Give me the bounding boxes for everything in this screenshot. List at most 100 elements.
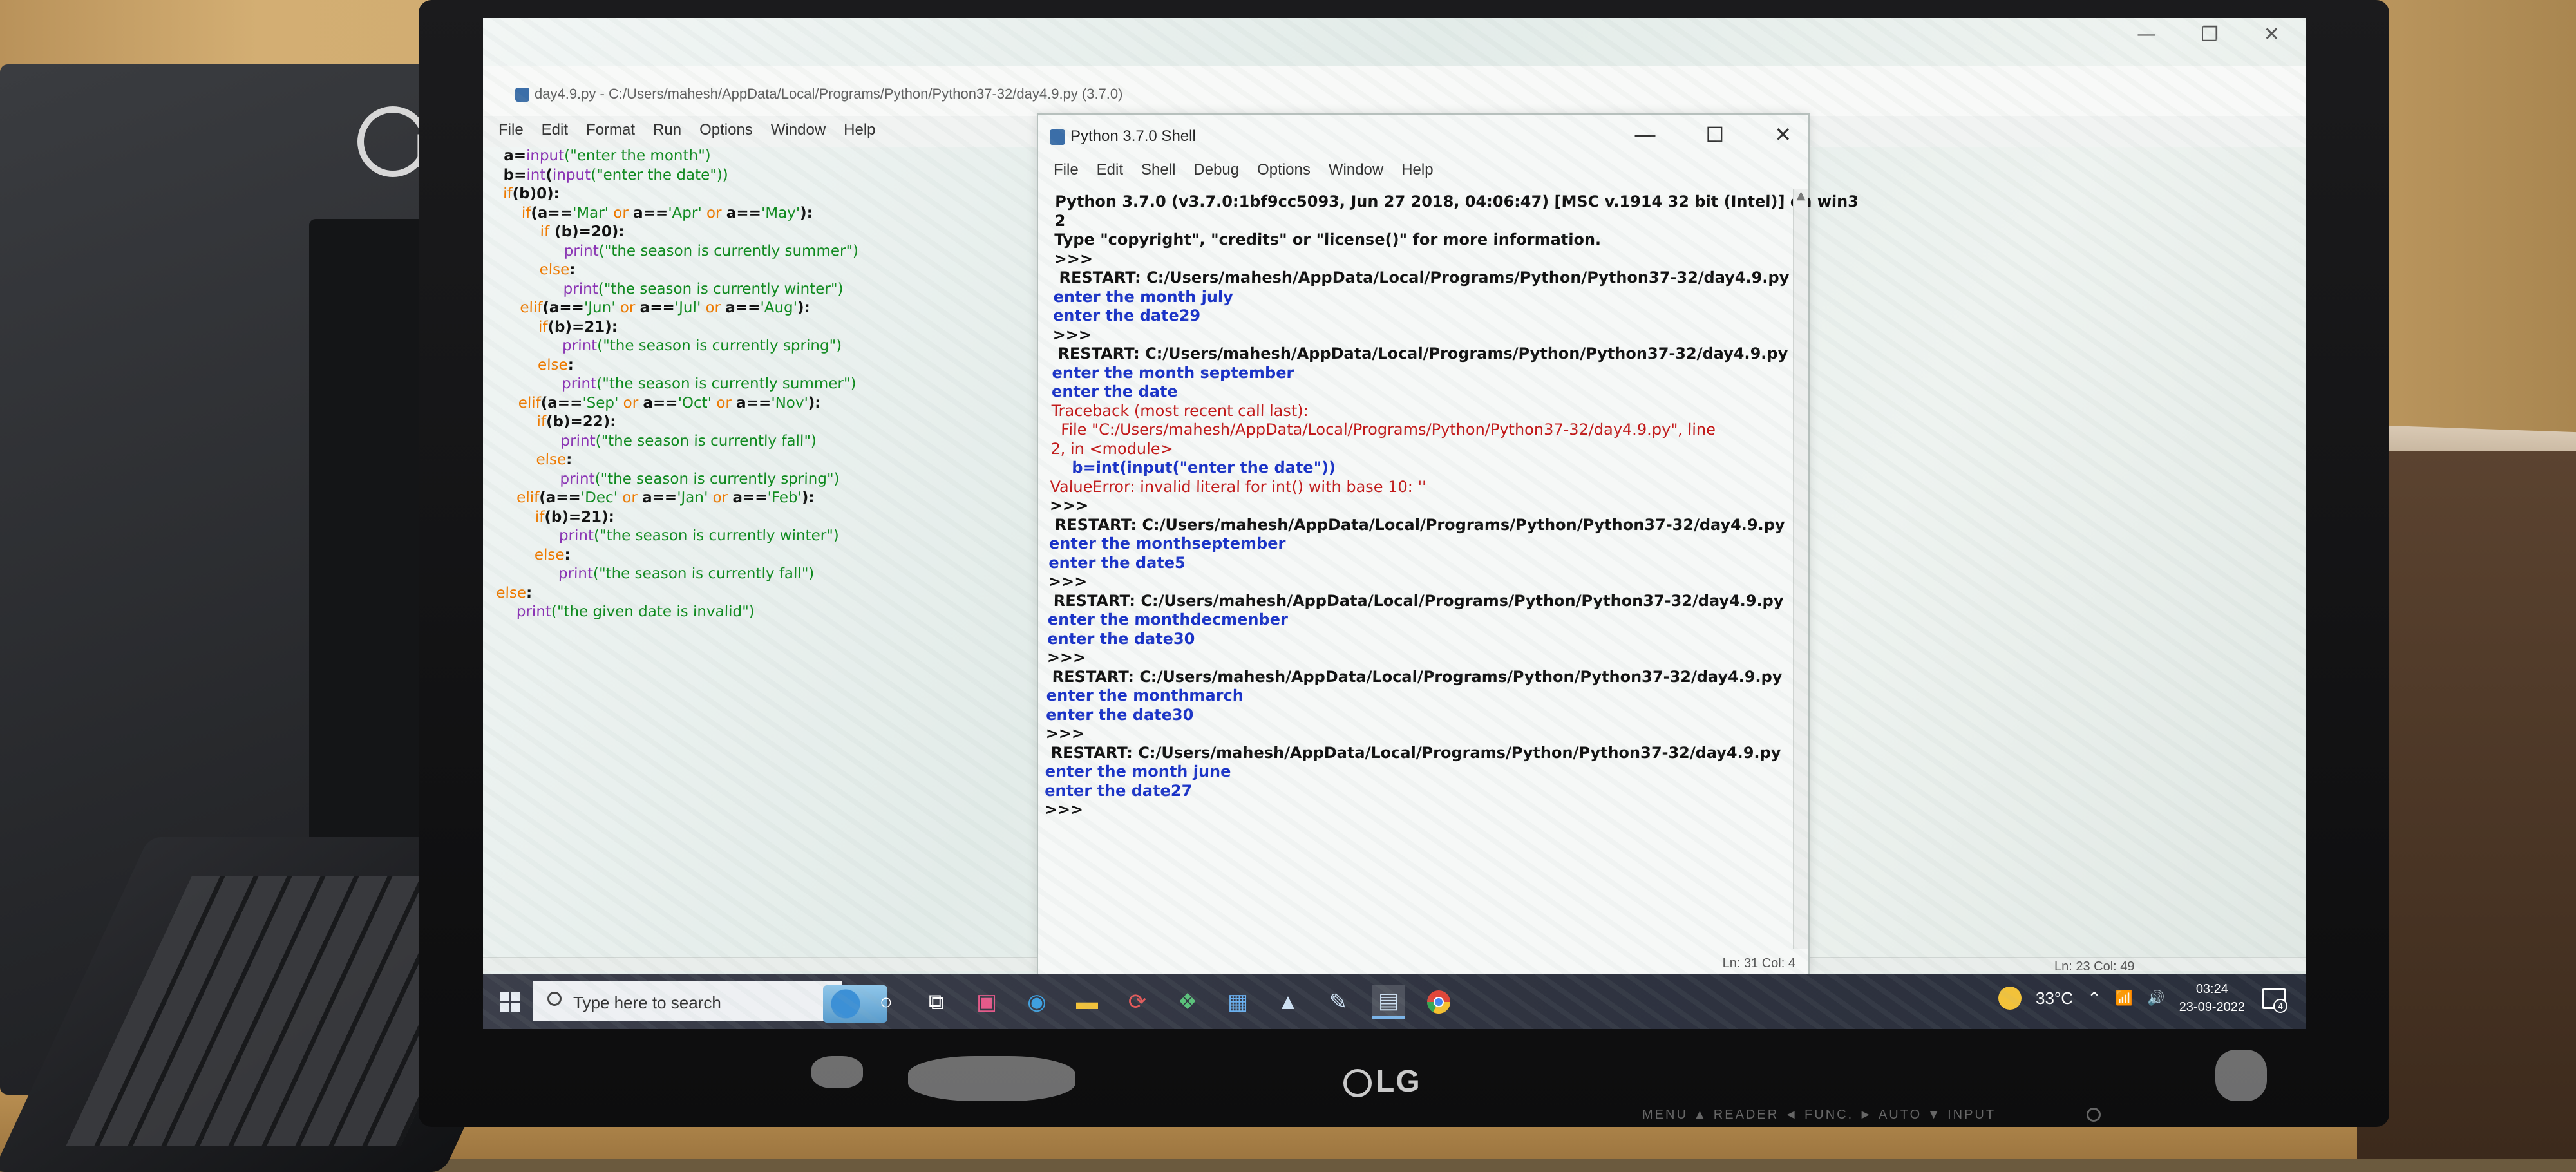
shell-line: RESTART: C:/Users/mahesh/AppData/Local/P… — [1052, 345, 1788, 363]
editor-menu-edit[interactable]: Edit — [542, 121, 568, 139]
python-file-icon — [515, 88, 529, 102]
shell-line: enter the date27 — [1044, 781, 1193, 800]
shell-menu-file[interactable]: File — [1054, 161, 1079, 179]
network-map-icon[interactable]: ❖ — [1171, 985, 1204, 1019]
shell-line: RESTART: C:/Users/mahesh/AppData/Local/P… — [1045, 743, 1781, 762]
code-token: print — [558, 565, 594, 582]
shell-menu-debug[interactable]: Debug — [1193, 161, 1239, 179]
code-token: 'Oct' — [677, 394, 712, 411]
chevron-up-icon[interactable]: ⌃ — [2087, 988, 2101, 1008]
shell-line: Traceback (most recent call last): — [1051, 401, 1309, 420]
photos-icon[interactable]: ▲ — [1271, 985, 1305, 1019]
code-token: if — [502, 223, 550, 240]
code-line: if(b)=21): — [500, 318, 857, 337]
editor-menu-format[interactable]: Format — [586, 121, 635, 139]
code-token: if — [498, 413, 547, 430]
minimize-icon[interactable]: — — [2137, 23, 2156, 46]
code-token: a== — [639, 299, 675, 316]
paint-icon[interactable]: ✎ — [1321, 985, 1355, 1019]
code-line: else: — [497, 546, 853, 565]
code-line: print("the given date is invalid") — [496, 603, 853, 622]
notification-icon[interactable]: 4 — [2259, 985, 2287, 1013]
code-token: if — [502, 204, 531, 222]
close-icon[interactable]: ✕ — [2264, 23, 2280, 46]
code-token: print — [563, 280, 598, 298]
shell-line: RESTART: C:/Users/mahesh/AppData/Local/P… — [1049, 515, 1785, 534]
wifi-icon[interactable]: 📶 — [2116, 990, 2133, 1007]
code-line: print("the season is currently fall") — [498, 432, 855, 451]
close-icon[interactable]: ✕ — [1774, 122, 1792, 147]
code-token: ("enter the month") — [564, 147, 711, 164]
code-token: b= — [503, 166, 527, 184]
shell-menu-help[interactable]: Help — [1401, 161, 1433, 179]
code-line: a=input("enter the month") — [504, 147, 860, 166]
temperature[interactable]: 33°C — [2036, 988, 2073, 1008]
shell-menu-window[interactable]: Window — [1329, 161, 1383, 179]
file-explorer-icon[interactable]: ▬ — [1070, 985, 1104, 1019]
shell-line: enter the monthseptember — [1048, 534, 1286, 553]
shell-menu-shell[interactable]: Shell — [1141, 161, 1175, 179]
code-token: input — [526, 147, 565, 164]
code-token: ("the season is currently spring") — [594, 470, 840, 487]
scroll-up-icon[interactable]: ▲ — [1794, 189, 1808, 202]
shell-line: >>> — [1049, 496, 1089, 515]
code-token: else — [497, 546, 565, 563]
code-line: if(b)=22): — [499, 413, 856, 432]
shell-menubar: File Edit Shell Debug Options Window Help — [1038, 156, 1808, 187]
shell-scrollbar[interactable]: ▲ — [1793, 189, 1808, 949]
editor-menu-window[interactable]: Window — [771, 121, 826, 139]
shell-menu-options[interactable]: Options — [1257, 161, 1311, 179]
editor-menu-options[interactable]: Options — [699, 121, 753, 139]
shell-line: RESTART: C:/Users/mahesh/AppData/Local/P… — [1046, 667, 1783, 686]
code-token: ): — [801, 489, 815, 506]
code-token: or — [711, 394, 737, 411]
sync-icon[interactable]: ⟳ — [1121, 985, 1154, 1019]
speaker-icon[interactable]: 🔊 — [2147, 990, 2164, 1007]
code-token: (b)0): — [512, 185, 560, 202]
chrome-icon[interactable] — [1422, 985, 1455, 1019]
shell-output-area[interactable]: Python 3.7.0 (v3.7.0:1bf9cc5093, Jun 27 … — [1038, 189, 1859, 942]
editor-menu-file[interactable]: File — [498, 121, 524, 139]
code-token: ("the season is currently spring") — [596, 337, 842, 354]
store-bag-icon[interactable]: ▣ — [970, 985, 1003, 1019]
editor-title-text: day4.9.py - C:/Users/mahesh/AppData/Loca… — [535, 86, 1123, 102]
code-token: 'Jun' — [583, 299, 616, 316]
taskbar-search[interactable]: Type here to search — [533, 981, 887, 1023]
shell-titlebar[interactable]: Python 3.7.0 Shell — ☐ ✕ — [1038, 115, 1808, 156]
power-icon[interactable] — [2087, 1108, 2101, 1122]
clock-time: 03:24 — [2195, 982, 2228, 996]
maximize-icon[interactable]: ☐ — [1706, 122, 1725, 147]
editor-menu-run[interactable]: Run — [653, 121, 681, 139]
code-listing: a=input("enter the month") b=int(input("e… — [496, 147, 860, 622]
task-view-icon[interactable]: ⧉ — [920, 985, 953, 1019]
minimize-icon[interactable]: — — [1635, 122, 1656, 147]
clock[interactable]: 03:24 23-09-2022 — [2179, 980, 2245, 1016]
code-token: a== — [632, 204, 668, 222]
wooden-cabinet — [2357, 451, 2576, 1159]
edge-icon[interactable]: ◉ — [1020, 985, 1054, 1019]
code-token: 'Feb' — [767, 489, 802, 506]
shell-menu-edit[interactable]: Edit — [1097, 161, 1123, 179]
code-token: (b)=22): — [545, 413, 616, 430]
editor-titlebar[interactable]: day4.9.py - C:/Users/mahesh/AppData/Loca… — [483, 66, 2306, 118]
clock-date: 23-09-2022 — [2179, 1000, 2245, 1014]
weather-sun-icon[interactable] — [1998, 987, 2022, 1010]
code-line: print("the season is currently summer") — [502, 242, 858, 261]
code-token: or — [608, 204, 634, 222]
idle-icon[interactable]: ▤ — [1372, 985, 1405, 1019]
cortana-circle-icon[interactable]: ○ — [869, 985, 903, 1019]
shell-line: enter the monthdecmenber — [1047, 610, 1289, 629]
ms-store-icon[interactable]: ▦ — [1221, 985, 1255, 1019]
search-icon — [547, 992, 562, 1006]
code-line: elif(a=='Dec' or a=='Jan' or a=='Feb'): — [498, 489, 855, 508]
windows-start-icon[interactable] — [500, 992, 520, 1012]
restore-icon[interactable]: ❐ — [2201, 23, 2219, 46]
code-line: elif(a=='Jun' or a=='Jul' or a=='Aug'): — [501, 299, 858, 318]
code-line: if(a=='Mar' or a=='Apr' or a=='May'): — [502, 204, 859, 223]
editor-status: Ln: 23 Col: 49 — [2054, 959, 2135, 974]
editor-menu-help[interactable]: Help — [844, 121, 875, 139]
code-token: (b)=21): — [544, 508, 615, 525]
code-line: b=int(input("enter the date")) — [503, 166, 860, 185]
code-token: a== — [726, 204, 762, 222]
